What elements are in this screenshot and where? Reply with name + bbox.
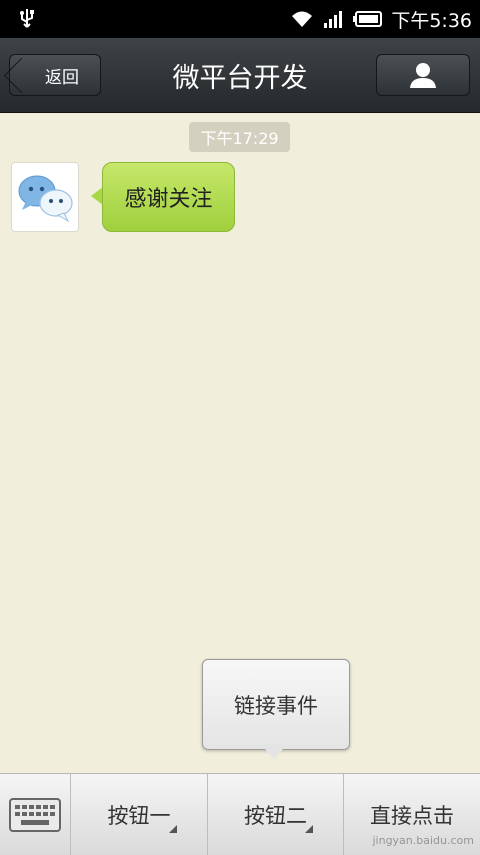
submenu-popup: 链接事件	[202, 659, 350, 750]
profile-button[interactable]	[376, 54, 470, 96]
submenu-item-link-event[interactable]: 链接事件	[234, 690, 318, 720]
message-timestamp: 下午17:29	[189, 122, 290, 152]
wechat-chat-icon	[18, 175, 73, 223]
signal-icon	[324, 11, 343, 28]
wifi-icon	[292, 11, 313, 27]
status-time: 下午5:36	[391, 9, 472, 32]
status-bar: 下午5:36	[0, 0, 480, 38]
back-button-label: 返回	[45, 67, 79, 88]
battery-icon	[353, 11, 383, 27]
custom-menu-bar: 按钮一 按钮二 直接点击 jingyan.baidu.com	[0, 773, 480, 855]
menu-button-1[interactable]: 按钮一	[71, 774, 208, 855]
usb-icon	[20, 9, 34, 28]
submenu-indicator-icon	[169, 825, 177, 833]
back-button[interactable]: 返回	[9, 54, 101, 96]
message-text: 感谢关注	[124, 187, 213, 212]
menu-button-2-label: 按钮二	[244, 803, 307, 828]
title-bar: 返回 微平台开发	[0, 38, 480, 113]
keyboard-toggle-button[interactable]	[0, 774, 71, 855]
menu-button-1-label: 按钮一	[107, 803, 171, 828]
avatar[interactable]	[11, 162, 79, 232]
watermark: jingyan.baidu.com	[372, 834, 474, 847]
submenu-indicator-icon	[305, 825, 313, 833]
message-bubble[interactable]: 感谢关注	[102, 162, 235, 232]
popup-tail	[265, 749, 283, 759]
keyboard-icon	[9, 797, 61, 832]
person-icon	[410, 63, 436, 88]
menu-button-2[interactable]: 按钮二	[208, 774, 344, 855]
menu-button-3-label: 直接点击	[370, 803, 454, 828]
